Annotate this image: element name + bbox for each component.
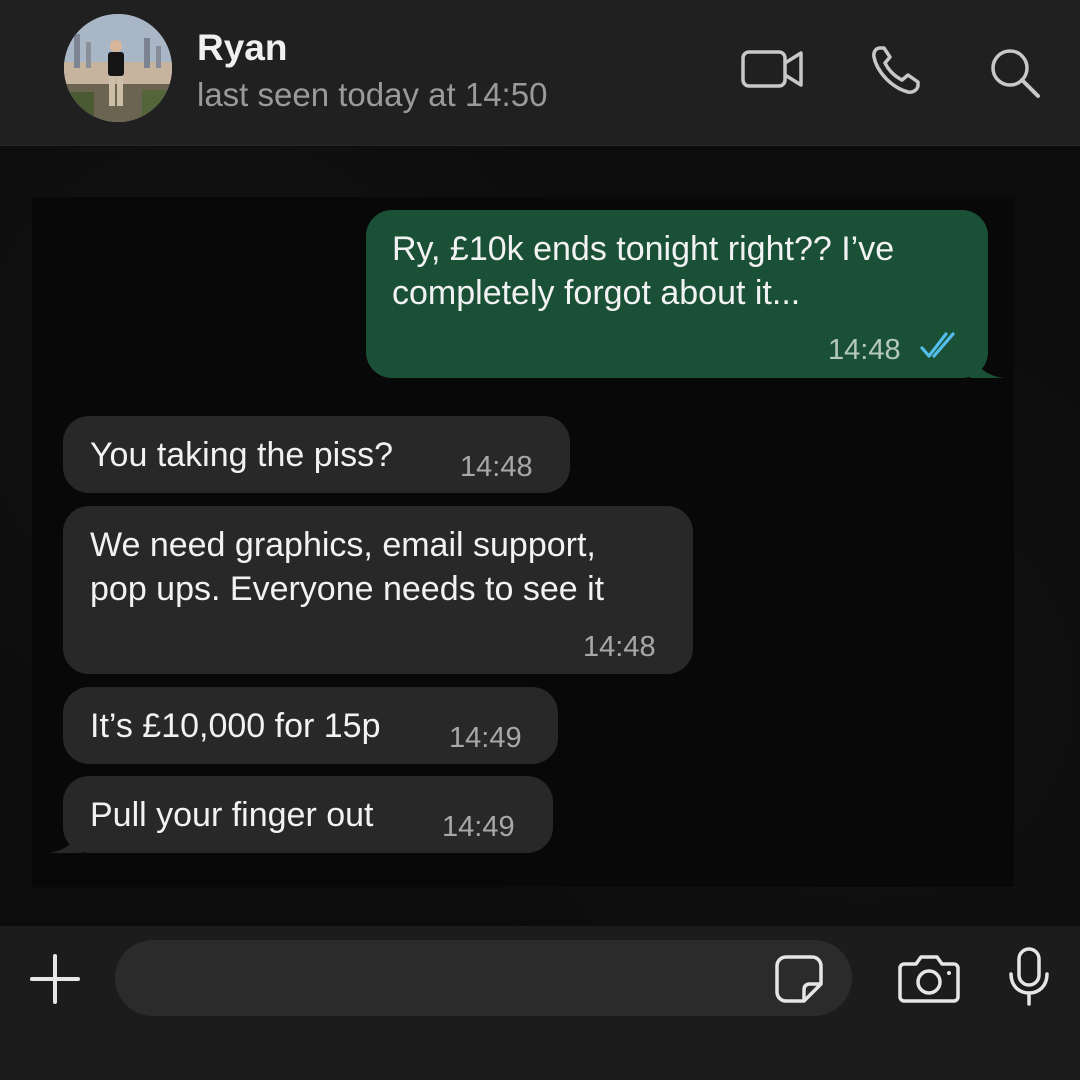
bubble-tail	[48, 827, 82, 853]
message-text-line: pop ups. Everyone needs to see it	[90, 570, 605, 608]
message-time: 14:48	[460, 451, 533, 483]
message-time: 14:48	[828, 334, 901, 366]
composer-bar	[0, 926, 1080, 1080]
message-input[interactable]	[115, 940, 852, 1016]
phone-icon[interactable]	[868, 42, 924, 98]
outgoing-message[interactable]: Ry, £10k ends tonight right?? I’ve compl…	[366, 210, 988, 378]
read-receipt-icon	[918, 328, 962, 373]
search-icon[interactable]	[988, 46, 1044, 102]
message-text-line: Ry, £10k ends tonight right?? I’ve	[392, 230, 895, 268]
message-time: 14:48	[583, 631, 656, 663]
incoming-message[interactable]: We need graphics, email support, pop ups…	[63, 506, 693, 674]
video-camera-icon[interactable]	[741, 44, 805, 92]
message-text-line: We need graphics, email support,	[90, 526, 596, 564]
incoming-message[interactable]: It’s £10,000 for 15p 14:49	[63, 687, 558, 764]
incoming-message[interactable]: You taking the piss? 14:48	[63, 416, 570, 493]
last-seen-status: last seen today at 14:50	[197, 76, 548, 113]
bubble-tail	[970, 352, 1004, 378]
message-text-line: You taking the piss?	[90, 436, 394, 474]
avatar[interactable]	[64, 14, 172, 122]
camera-icon[interactable]	[898, 952, 960, 1004]
message-text-line: Pull your finger out	[90, 796, 374, 834]
message-text-line: completely forgot about it...	[392, 274, 801, 312]
message-time: 14:49	[442, 811, 515, 843]
avatar-photo	[64, 14, 172, 122]
message-time: 14:49	[449, 722, 522, 754]
message-text-line: It’s £10,000 for 15p	[90, 707, 381, 745]
microphone-icon[interactable]	[1007, 946, 1051, 1008]
chat-area[interactable]: Ry, £10k ends tonight right?? I’ve compl…	[0, 147, 1080, 925]
incoming-message[interactable]: Pull your finger out 14:49	[63, 776, 553, 853]
plus-icon[interactable]	[28, 952, 82, 1006]
chat-header: Ryan last seen today at 14:50	[0, 0, 1080, 146]
contact-name[interactable]: Ryan	[197, 27, 287, 69]
sticker-icon[interactable]	[774, 954, 824, 1004]
